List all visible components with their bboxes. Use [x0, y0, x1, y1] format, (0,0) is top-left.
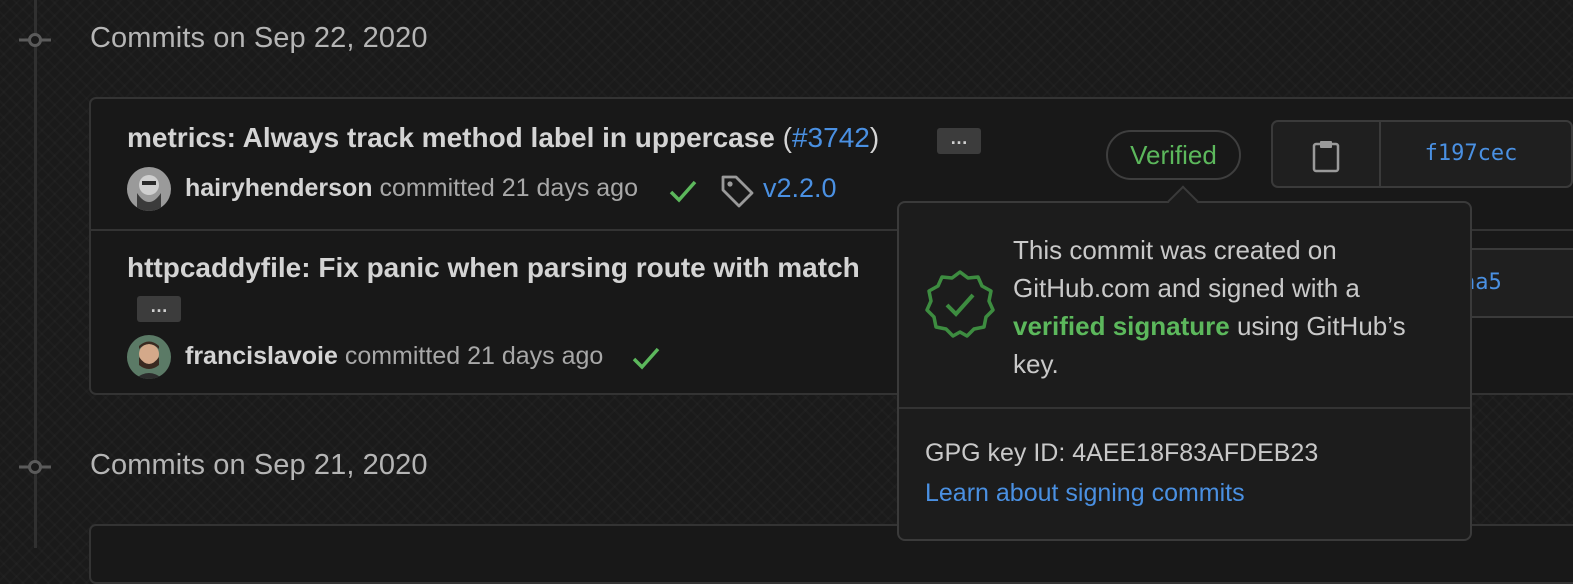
- check-icon[interactable]: [668, 178, 698, 204]
- commit-meta: hairyhenderson committed 21 days ago: [185, 174, 638, 203]
- commit-actions: f197cec: [1271, 120, 1573, 188]
- committed-time: committed 21 days ago: [344, 342, 604, 370]
- learn-signing-link[interactable]: Learn about signing commits: [925, 479, 1245, 508]
- commit-group-title: Commits on Sep 21, 2020: [90, 449, 428, 481]
- clipboard-icon: [1312, 141, 1340, 173]
- pr-open-paren: (: [782, 122, 792, 153]
- avatar[interactable]: [127, 167, 171, 211]
- pr-close-paren: ): [869, 122, 880, 153]
- gpg-key-id: GPG key ID: 4AEE18F83AFDEB23: [925, 439, 1319, 467]
- verified-seal-icon: [925, 270, 995, 338]
- commit-sha-link[interactable]: f197cec: [1381, 122, 1561, 186]
- author-link[interactable]: francislavoie: [185, 342, 338, 370]
- commit-row: metrics: Always track method label in up…: [127, 122, 879, 154]
- popover-description: This commit was created on GitHub.com an…: [1013, 231, 1453, 383]
- verified-signature-link[interactable]: verified signature: [1013, 311, 1230, 341]
- author-link[interactable]: hairyhenderson: [185, 174, 373, 202]
- tag-link[interactable]: v2.2.0: [763, 173, 837, 204]
- commit-message-link[interactable]: metrics: Always track method label in up…: [127, 122, 775, 153]
- commit-group-icon: [19, 460, 51, 474]
- verified-popover: This commit was created on GitHub.com an…: [897, 201, 1472, 541]
- check-icon[interactable]: [631, 345, 661, 371]
- commit-group-title: Commits on Sep 22, 2020: [90, 22, 428, 54]
- commit-meta: francislavoie committed 21 days ago: [185, 342, 603, 371]
- verified-badge[interactable]: Verified: [1106, 130, 1241, 180]
- commit-message-link[interactable]: httpcaddyfile: Fix panic when parsing ro…: [127, 252, 860, 284]
- committed-time: committed 21 days ago: [379, 174, 638, 202]
- tag-icon: [721, 175, 754, 208]
- expand-message-button[interactable]: …: [137, 296, 181, 322]
- copy-sha-button[interactable]: [1273, 122, 1379, 186]
- expand-message-button[interactable]: …: [937, 128, 981, 154]
- popover-text-before: This commit was created on GitHub.com an…: [1013, 235, 1360, 303]
- commit-group-icon: [19, 33, 51, 47]
- avatar[interactable]: [127, 335, 171, 379]
- popover-divider: [899, 407, 1470, 409]
- pr-link[interactable]: #3742: [792, 122, 870, 153]
